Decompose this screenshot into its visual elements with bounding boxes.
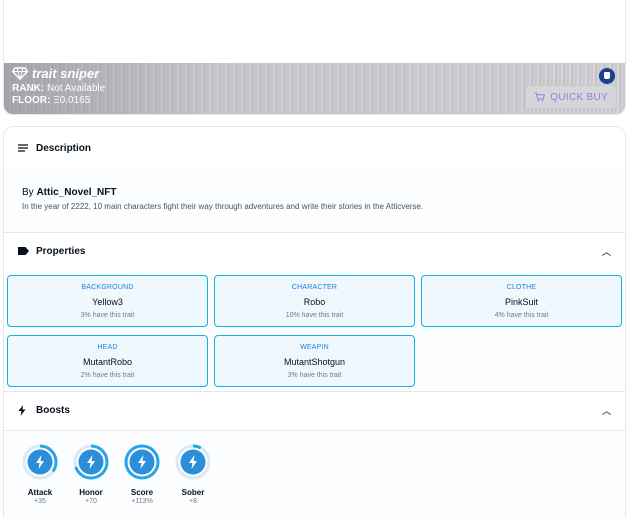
trait-rarity: 3% have this trait [287, 372, 342, 379]
rank-label: RANK: [12, 83, 45, 94]
nft-details-card: Description By Attic_Novel_NFT In the ye… [3, 126, 626, 519]
nft-image-area [4, 0, 625, 63]
trait-card-weapin[interactable]: WEAPIN MutantShotgun 3% have this trait [214, 335, 415, 387]
trait-rarity: 10% have this trait [285, 312, 344, 319]
floor-row: FLOOR: Ξ0.0165 [12, 95, 90, 106]
trait-value: MutantShotgun [283, 357, 346, 367]
boost-item: Attack +35 [20, 444, 60, 505]
by-prefix: By [22, 187, 34, 198]
boost-label: Honor [79, 488, 103, 497]
boosts-header[interactable]: Boosts ︿ [4, 391, 625, 429]
boost-ring [124, 444, 160, 480]
quick-buy-label: QUICK BUY [550, 91, 608, 103]
boost-value: +113% [131, 498, 153, 505]
boosts-heading: Boosts [36, 404, 70, 416]
trait-sniper-title: trait sniper [12, 66, 99, 81]
tag-icon [18, 247, 30, 255]
quick-buy-button[interactable]: QUICK BUY [525, 85, 617, 109]
boosts-list: Attack +35 Honor +70 Score +113% Sober +… [4, 431, 625, 519]
description-header[interactable]: Description [4, 129, 625, 167]
lightning-icon [18, 404, 30, 416]
cart-icon [534, 92, 546, 102]
trait-sniper-bar: trait sniper RANK: Not Available FLOOR: … [4, 63, 625, 114]
trait-value: MutantRobo [82, 357, 133, 367]
boost-value: +70 [85, 498, 97, 505]
trait-rarity: 2% have this trait [80, 372, 135, 379]
boost-item: Score +113% [122, 444, 162, 505]
boost-ring-svg [175, 444, 211, 480]
trait-value: Robo [303, 297, 326, 307]
trait-value: Yellow3 [92, 297, 123, 307]
boost-label: Attack [27, 488, 53, 497]
boost-ring [73, 444, 109, 480]
trait-card-character[interactable]: CHARACTER Robo 10% have this trait [214, 275, 415, 327]
floor-label: FLOOR: [12, 95, 51, 106]
boost-item: Sober +8 [173, 444, 213, 505]
trait-type: CHARACTER [291, 284, 338, 291]
list-icon [18, 144, 30, 152]
trait-type: HEAD [97, 344, 118, 351]
properties-grid: BACKGROUND Yellow3 3% have this trait CH… [4, 270, 625, 390]
rank-value: Not Available [47, 83, 106, 94]
boost-ring-svg [22, 444, 58, 480]
shirt-badge-icon[interactable] [599, 68, 615, 84]
description-heading: Description [36, 142, 92, 154]
properties-heading: Properties [36, 245, 86, 257]
boost-label: Sober [181, 488, 205, 497]
rank-row: RANK: Not Available [12, 83, 105, 94]
trait-rarity: 3% have this trait [80, 312, 135, 319]
boost-label: Score [130, 488, 154, 497]
boost-value: +35 [34, 498, 46, 505]
chevron-up-icon[interactable]: ︿ [602, 404, 611, 417]
boost-item: Honor +70 [71, 444, 111, 505]
nft-top-card: trait sniper RANK: Not Available FLOOR: … [3, 0, 626, 115]
trait-type: WEAPIN [300, 344, 329, 351]
boost-ring-svg [73, 444, 109, 480]
creator-line: By Attic_Novel_NFT [22, 187, 116, 198]
creator-link[interactable]: Attic_Novel_NFT [36, 187, 116, 198]
boost-ring [22, 444, 58, 480]
description-text: In the year of 2222, 10 main characters … [22, 202, 424, 211]
boost-value: +8 [189, 498, 197, 505]
trait-card-background[interactable]: BACKGROUND Yellow3 3% have this trait [7, 275, 208, 327]
chevron-up-icon[interactable]: ︿ [602, 245, 611, 258]
properties-header[interactable]: Properties ︿ [4, 232, 625, 270]
trait-rarity: 4% have this trait [494, 312, 549, 319]
trait-card-head[interactable]: HEAD MutantRobo 2% have this trait [7, 335, 208, 387]
floor-value: Ξ0.0165 [53, 95, 91, 106]
trait-type: BACKGROUND [81, 284, 134, 291]
description-body: By Attic_Novel_NFT In the year of 2222, … [4, 166, 625, 231]
boost-ring [175, 444, 211, 480]
trait-sniper-title-text: trait sniper [32, 66, 100, 81]
diamond-icon [12, 67, 28, 80]
trait-type: CLOTHE [506, 284, 537, 291]
trait-card-clothe[interactable]: CLOTHE PinkSuit 4% have this trait [421, 275, 622, 327]
trait-value: PinkSuit [504, 297, 539, 307]
boost-ring-svg [124, 444, 160, 480]
